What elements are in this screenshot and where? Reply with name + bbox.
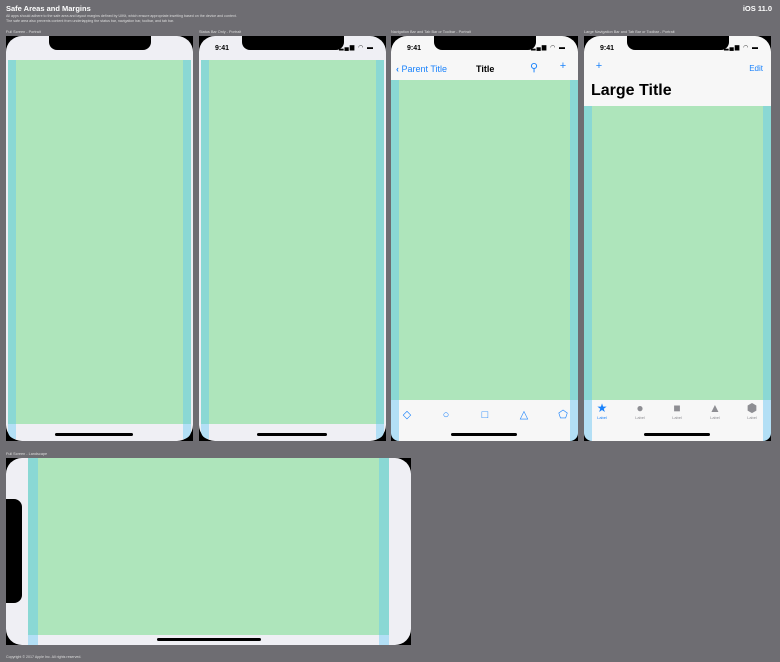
status-time: 9:41	[600, 45, 615, 52]
tab-2[interactable]: ● Label	[627, 401, 653, 421]
star-icon: ★	[596, 401, 608, 415]
chevron-left-icon: ‹	[396, 64, 399, 74]
tab-5[interactable]: ⬢ Label	[739, 401, 765, 421]
square-icon: ■	[673, 401, 681, 415]
page-title: Safe Areas and Margins	[6, 4, 91, 13]
copyright: Copyright © 2017 Apple Inc. All rights r…	[6, 655, 82, 659]
status-bar-portrait-frame: 9:41 ▂▄▆ ◠ ▬	[199, 36, 386, 441]
search-icon[interactable]: ⚲	[524, 61, 544, 74]
tab-3[interactable]: ■ Label	[664, 401, 690, 421]
frame-caption: Full Screen - Landscape	[6, 452, 48, 456]
circle-icon[interactable]: ○	[436, 409, 456, 421]
home-indicator[interactable]	[644, 433, 710, 436]
frame-caption: Navigation Bar and Tab Bar or Toolbar - …	[391, 30, 471, 34]
status-time: 9:41	[407, 45, 422, 52]
notch	[48, 36, 151, 50]
status-icons: ▂▄▆ ◠ ▬	[530, 45, 566, 51]
tab-4[interactable]: ▲ Label	[702, 401, 728, 421]
status-time: 9:41	[215, 45, 230, 52]
square-icon[interactable]: □	[475, 409, 495, 421]
triangle-icon: ▲	[709, 401, 721, 415]
hexagon-icon: ⬢	[746, 401, 758, 415]
safe-area	[592, 106, 763, 400]
back-label: Parent Title	[401, 64, 448, 74]
home-indicator[interactable]	[451, 433, 517, 436]
add-icon[interactable]: +	[553, 60, 573, 72]
edit-button[interactable]: Edit	[749, 64, 763, 73]
full-screen-landscape-frame	[6, 458, 411, 645]
home-indicator[interactable]	[257, 433, 327, 436]
description-line: All apps should adhere to the safe area …	[6, 14, 237, 18]
diamond-icon[interactable]: ◇	[397, 408, 417, 421]
circle-icon: ●	[636, 401, 644, 415]
large-navbar-portrait-frame: 9:41 ▂▄▆ ◠ ▬ + Edit Large Title ★ Label ●…	[584, 36, 771, 441]
description-line: The safe area also prevents content from…	[6, 19, 175, 23]
full-screen-portrait-frame	[6, 36, 193, 441]
safe-area	[399, 80, 570, 400]
version-label: iOS 11.0	[742, 4, 772, 13]
nav-title: Title	[476, 64, 495, 74]
tab-1[interactable]: ★ Label	[589, 401, 615, 421]
frame-caption: Full Screen - Portrait	[6, 30, 41, 34]
safe-area	[16, 60, 183, 424]
frame-caption: Status Bar Only - Portrait	[199, 30, 242, 34]
pentagon-icon[interactable]: ⬠	[553, 408, 573, 421]
status-icons: ▂▄▆ ◠ ▬	[338, 45, 374, 51]
safe-area	[38, 458, 379, 635]
back-button[interactable]: ‹ Parent Title	[396, 64, 447, 74]
triangle-icon[interactable]: △	[514, 408, 534, 421]
frame-caption: Large Navigation Bar and Tab Bar or Tool…	[584, 30, 675, 34]
home-indicator[interactable]	[157, 638, 261, 641]
notch	[6, 499, 22, 603]
large-title: Large Title	[591, 82, 672, 99]
navbar-portrait-frame: 9:41 ▂▄▆ ◠ ▬ ‹ Parent Title Title ⚲ + ◇ …	[391, 36, 578, 441]
safe-area	[209, 60, 376, 424]
add-icon[interactable]: +	[589, 60, 609, 72]
status-icons: ▂▄▆ ◠ ▬	[723, 45, 759, 51]
home-indicator[interactable]	[55, 433, 133, 436]
